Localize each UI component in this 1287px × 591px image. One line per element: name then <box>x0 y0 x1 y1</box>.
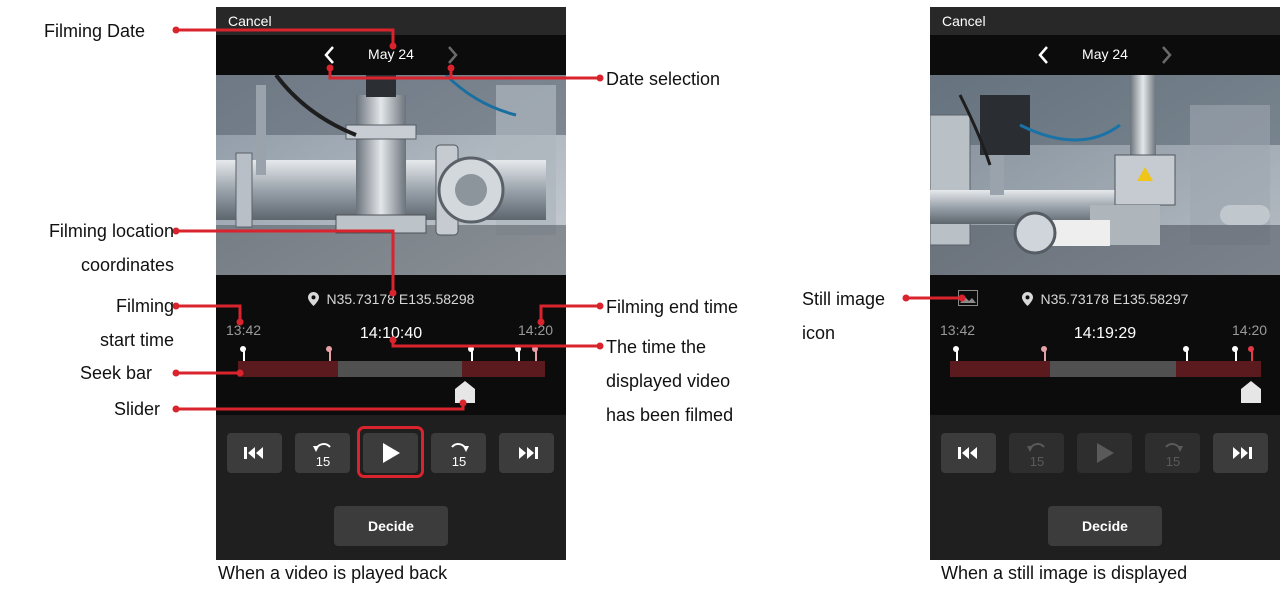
callout-start-line2: start time <box>99 330 174 350</box>
video-marker[interactable] <box>1041 346 1047 361</box>
video-marker[interactable] <box>532 346 538 361</box>
date-selector: May 24 <box>216 35 566 75</box>
current-time-label: 14:19:29 <box>1073 325 1137 342</box>
video-marker[interactable] <box>240 346 246 361</box>
seek-gap-segment <box>338 361 462 377</box>
playback-controls: 15 15 Decide <box>930 415 1280 560</box>
forward-15-button: 15 <box>1145 433 1200 473</box>
skip-to-start-icon <box>957 447 977 459</box>
rewind-15-icon: 15 <box>312 443 331 468</box>
caption-still-image: When a still image is displayed <box>941 563 1188 583</box>
location-coordinates: N35.73178 E135.58297 <box>930 291 1280 307</box>
location-coordinates: N35.73178 E135.58298 <box>216 291 566 307</box>
decide-button[interactable]: Decide <box>1048 506 1162 546</box>
longitude-value: E135.58297 <box>1112 291 1189 307</box>
callout-filming-location: Filming location coordinates <box>10 214 174 282</box>
still-image <box>930 75 1280 275</box>
seek-recorded-segment <box>1176 361 1261 377</box>
decide-button[interactable]: Decide <box>334 506 448 546</box>
forward-15-text: 15 <box>451 454 465 468</box>
date-selector: May 24 <box>930 35 1280 75</box>
chevron-right-icon[interactable] <box>1154 35 1178 75</box>
video-marker[interactable] <box>468 346 474 361</box>
slider-handle[interactable] <box>455 381 475 403</box>
callout-slider: Slider <box>114 399 161 419</box>
location-pin-icon <box>1021 292 1033 306</box>
seek-bar[interactable] <box>238 346 545 377</box>
play-icon <box>1096 443 1114 463</box>
latitude-value: N35.73178 <box>1040 291 1109 307</box>
rewind-15-text: 15 <box>1029 454 1043 468</box>
seek-bar[interactable] <box>950 346 1261 377</box>
filming-date-label: May 24 <box>1082 46 1128 62</box>
skip-to-start-button[interactable] <box>227 433 282 473</box>
callout-still-line1: Still image <box>802 289 886 309</box>
current-time-label: 14:10:40 <box>359 325 423 342</box>
callout-displayed-line3: has been filmed <box>606 405 734 425</box>
top-bar: Cancel <box>930 7 1280 35</box>
video-marker[interactable] <box>515 346 521 361</box>
top-bar: Cancel <box>216 7 566 35</box>
callout-date-selection: Date selection <box>606 69 721 89</box>
longitude-value: E135.58298 <box>398 291 475 307</box>
video-frame-image <box>216 75 566 275</box>
seek-recorded-segment <box>462 361 545 377</box>
video-marker[interactable] <box>953 346 959 361</box>
video-marker[interactable] <box>1232 346 1238 361</box>
seek-gap-segment <box>1050 361 1176 377</box>
location-pin-icon <box>307 292 319 306</box>
forward-15-icon: 15 <box>1164 443 1183 468</box>
latitude-value: N35.73178 <box>326 291 395 307</box>
callout-displayed-line1: The time the <box>606 337 707 357</box>
seek-recorded-segment <box>950 361 1050 377</box>
filming-date-label: May 24 <box>368 46 414 62</box>
forward-15-icon: 15 <box>450 443 469 468</box>
callout-still-line2: icon <box>802 323 836 343</box>
slider-handle[interactable] <box>1241 381 1261 403</box>
seek-recorded-segment <box>238 361 338 377</box>
video-playback-screen: Cancel May 24 N35.73178 E135.58298 13:42… <box>216 7 566 560</box>
play-button-highlight <box>357 426 424 478</box>
callout-still-image-icon: Still image icon <box>802 282 885 350</box>
skip-to-end-button[interactable] <box>1213 433 1268 473</box>
rewind-15-icon: 15 <box>1026 443 1045 468</box>
rewind-15-text: 15 <box>315 454 329 468</box>
play-button <box>1077 433 1132 473</box>
callout-filming-date: Filming Date <box>44 21 146 41</box>
cancel-button[interactable]: Cancel <box>228 13 272 29</box>
rewind-15-button: 15 <box>1009 433 1064 473</box>
rewind-15-button[interactable]: 15 <box>295 433 350 473</box>
caption-video: When a video is played back <box>218 563 448 583</box>
forward-15-button[interactable]: 15 <box>431 433 486 473</box>
skip-to-end-button[interactable] <box>499 433 554 473</box>
callout-displayed-line2: displayed video <box>606 371 731 391</box>
callout-location-line1: Filming location <box>48 221 174 241</box>
callout-location-line2: coordinates <box>80 255 174 275</box>
callout-filming-start-time: Filming start time <box>10 289 174 357</box>
forward-15-text: 15 <box>1165 454 1179 468</box>
still-image-marker[interactable] <box>1248 346 1254 361</box>
chevron-right-icon[interactable] <box>440 35 464 75</box>
callout-seek-bar: Seek bar <box>80 363 153 383</box>
callout-start-line1: Filming <box>115 296 174 316</box>
callout-filming-end-time: Filming end time <box>606 297 739 317</box>
skip-to-start-icon <box>243 447 263 459</box>
skip-to-start-button[interactable] <box>941 433 996 473</box>
video-marker[interactable] <box>326 346 332 361</box>
skip-to-end-icon <box>1232 447 1252 459</box>
cancel-button[interactable]: Cancel <box>942 13 986 29</box>
still-image-screen: Cancel May 24 N35.73178 E135.58297 13:42… <box>930 7 1280 560</box>
callout-displayed-time: The time the displayed video has been fi… <box>606 330 733 432</box>
video-marker[interactable] <box>1183 346 1189 361</box>
skip-to-end-icon <box>518 447 538 459</box>
